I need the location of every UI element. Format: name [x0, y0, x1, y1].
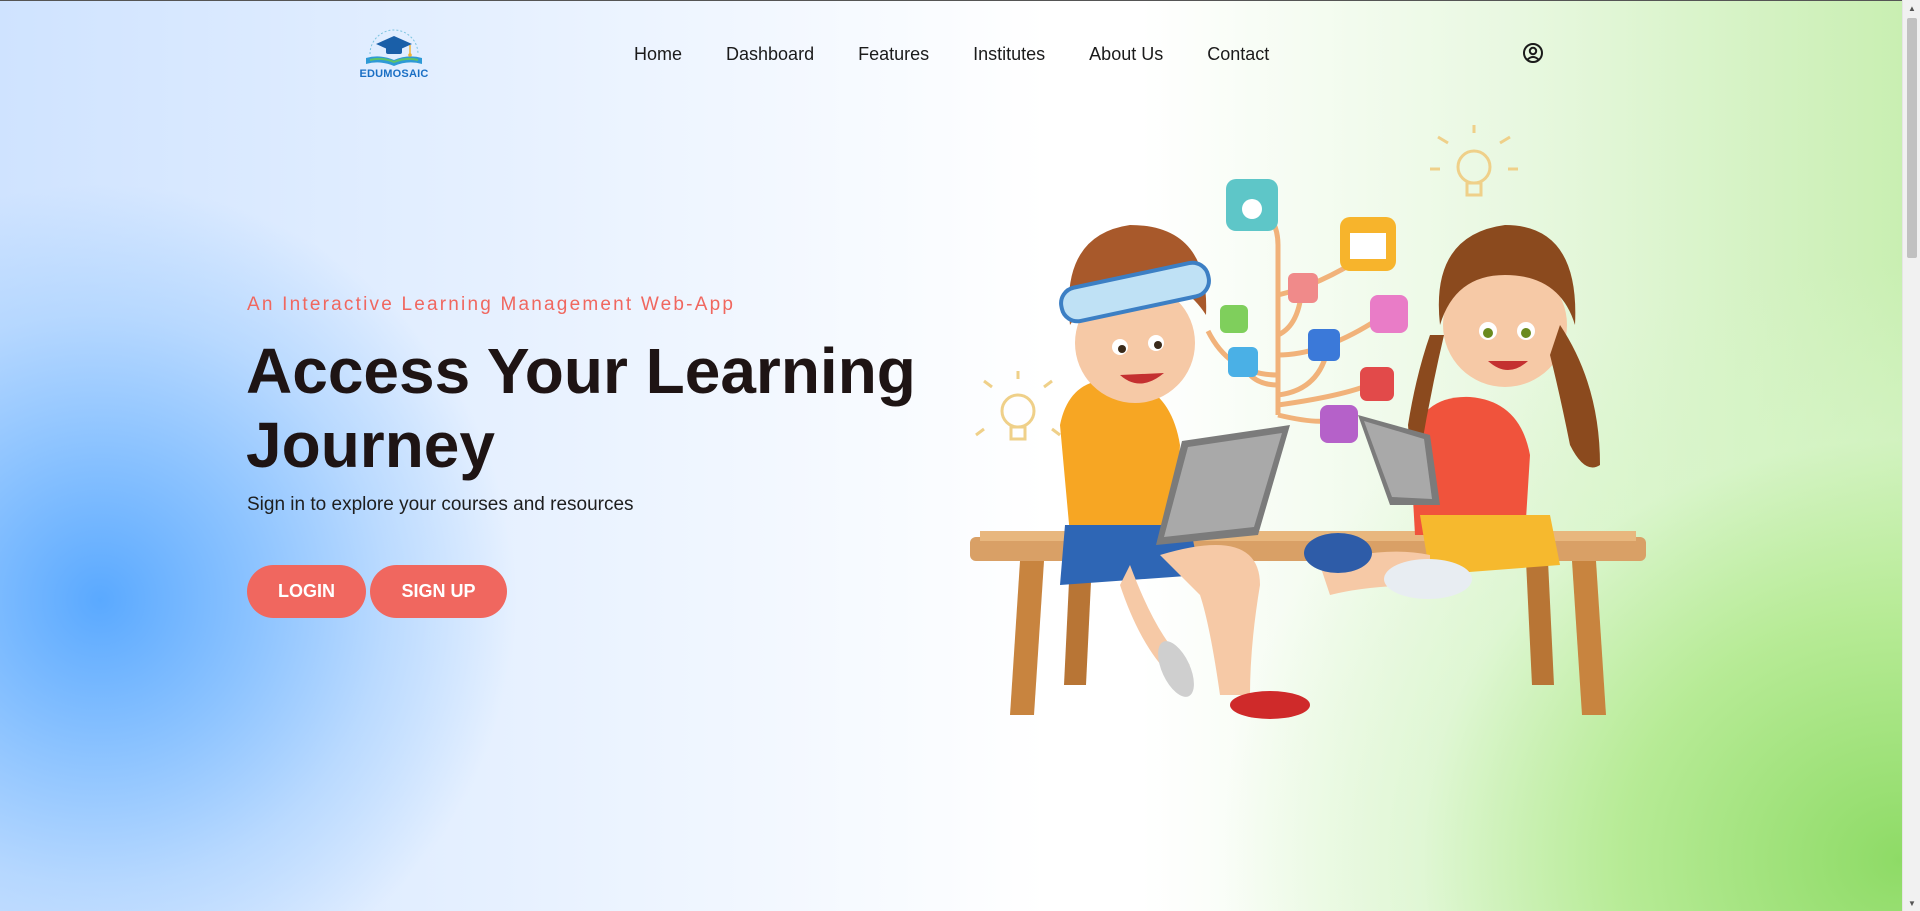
ruler-icon [1220, 305, 1248, 333]
hero-title: Access Your Learning Journey [246, 335, 916, 481]
login-button[interactable]: LOGIN [247, 565, 366, 618]
globe-icon [1320, 405, 1358, 443]
lightbulb-icon [975, 371, 1061, 441]
clock-icon [1360, 367, 1394, 401]
signup-button[interactable]: SIGN UP [370, 565, 507, 618]
nav-home[interactable]: Home [612, 40, 704, 68]
beaker-icon [1370, 295, 1408, 333]
boy-figure [1059, 225, 1310, 719]
nav-about-us[interactable]: About Us [1067, 40, 1185, 68]
lightbulb-icon [1430, 125, 1518, 197]
hero-tagline: An Interactive Learning Management Web-A… [247, 294, 736, 315]
kids-learning-illustration [960, 125, 1660, 735]
hero-subtitle: Sign in to explore your courses and reso… [247, 494, 634, 515]
graduation-cap-book-icon [366, 29, 422, 66]
vertical-scrollbar[interactable]: ▲ ▼ [1902, 0, 1920, 911]
window-top-border [0, 0, 1902, 1]
nav-institutes[interactable]: Institutes [951, 40, 1067, 68]
leaf-icon [1288, 273, 1318, 303]
nav-dashboard[interactable]: Dashboard [704, 40, 836, 68]
book-icon [1308, 329, 1340, 361]
main-nav: Home Dashboard Features Institutes About… [612, 40, 1291, 68]
scroll-thumb[interactable] [1907, 18, 1917, 258]
brand-logo[interactable]: EDUMOSAIC [356, 28, 432, 84]
nav-contact[interactable]: Contact [1185, 40, 1291, 68]
user-circle-icon[interactable] [1522, 42, 1544, 64]
nav-features[interactable]: Features [836, 40, 951, 68]
bulb-app-icon [1228, 347, 1258, 377]
brand-name: EDUMOSAIC [359, 68, 429, 80]
scroll-up-arrow-icon[interactable]: ▲ [1903, 0, 1920, 16]
scroll-down-arrow-icon[interactable]: ▼ [1903, 895, 1920, 911]
